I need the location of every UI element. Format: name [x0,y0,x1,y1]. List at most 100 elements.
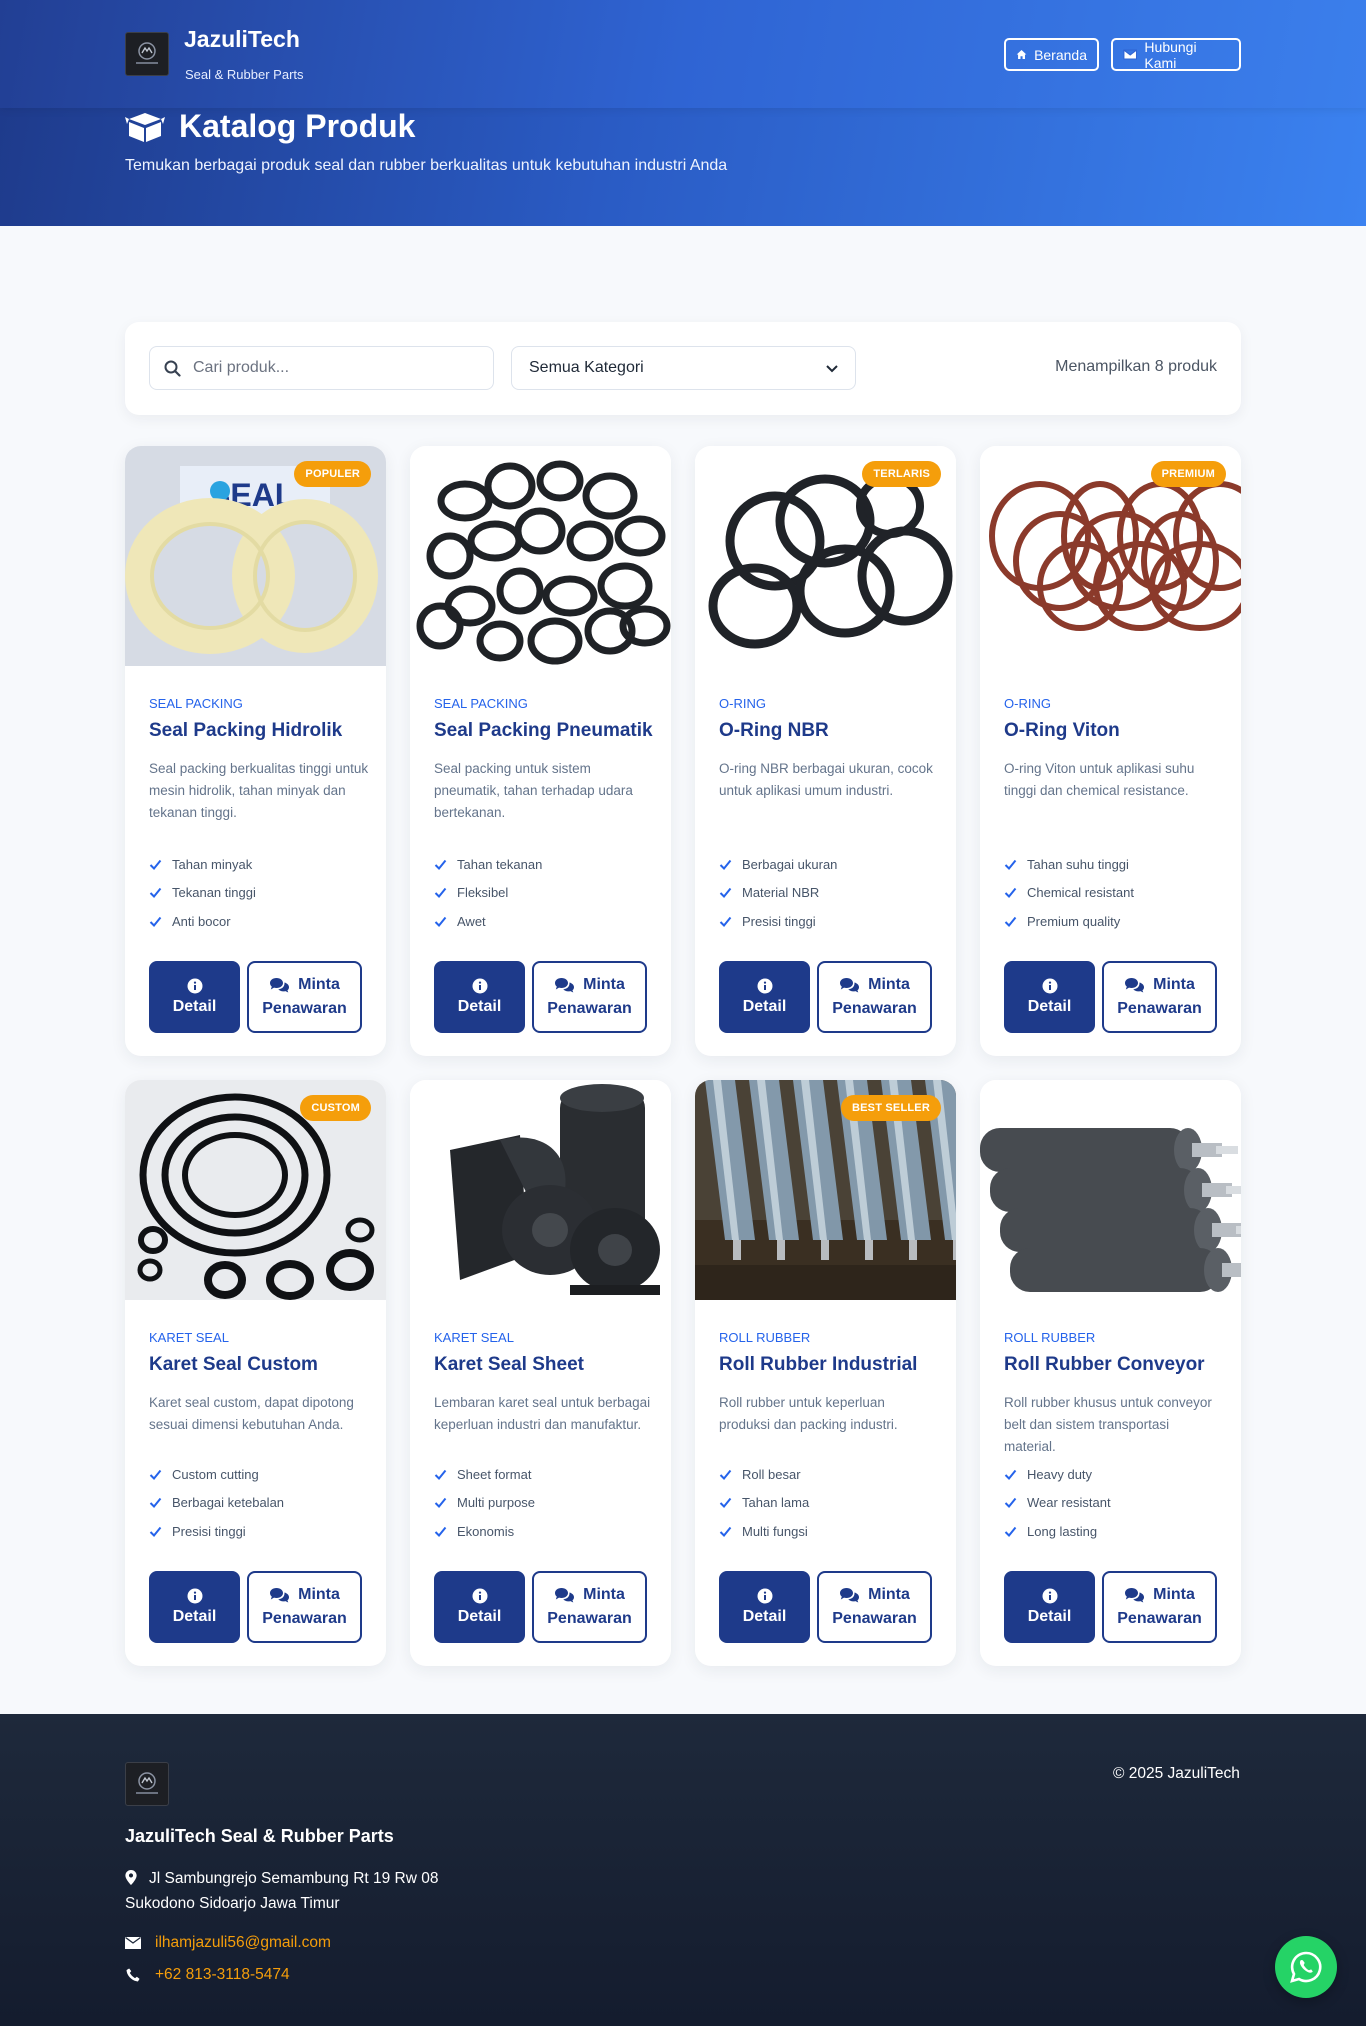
detail-button[interactable]: Detail [719,961,810,1033]
brand-name[interactable]: JazuliTech [184,26,300,53]
info-circle-icon [757,978,772,994]
request-quote-button[interactable]: Minta Penawaran [532,961,647,1033]
info-circle-icon [187,1588,202,1604]
comments-icon [840,1588,860,1603]
feature-item: Anti bocor [149,907,256,936]
product-title[interactable]: Roll Rubber Conveyor [1004,1353,1224,1377]
request-quote-button[interactable]: Minta Penawaran [817,961,932,1033]
product-category: ROLL RUBBER [719,1330,811,1345]
quote-label-line1: Minta [583,976,625,993]
check-icon [149,1526,162,1537]
category-select[interactable]: Semua Kategori [511,346,856,390]
nav-home-button[interactable]: Beranda [1004,38,1099,71]
feature-label: Anti bocor [172,913,231,929]
check-icon [434,859,447,870]
check-icon [434,916,447,927]
product-category: KARET SEAL [434,1330,514,1345]
quote-label-line2: Penawaran [262,1610,347,1627]
detail-button[interactable]: Detail [434,961,525,1033]
detail-button[interactable]: Detail [719,1571,810,1643]
footer-phone-link[interactable]: +62 813-3118-5474 [155,1966,290,1984]
detail-button[interactable]: Detail [434,1571,525,1643]
detail-button-label: Detail [172,1608,217,1625]
product-title[interactable]: O-Ring NBR [719,719,939,743]
top-navbar: JazuliTech Seal & Rubber Parts Beranda H… [0,0,1366,108]
product-description: Seal packing untuk sistem pneumatik, tah… [434,761,633,820]
check-icon [1004,888,1017,899]
request-quote-button[interactable]: Minta Penawaran [817,1571,932,1643]
product-image[interactable] [980,1080,1241,1300]
product-card[interactable]: PREMIUM O-RING O-Ring Viton O-ring Viton un… [980,446,1241,1056]
product-image[interactable] [410,1080,671,1300]
feature-item: Tahan lama [719,1489,809,1518]
detail-button[interactable]: Detail [1004,961,1095,1033]
product-title[interactable]: Karet Seal Sheet [434,1353,654,1377]
feature-label: Berbagai ketebalan [172,1495,285,1511]
request-quote-button[interactable]: Minta Penawaran [247,961,362,1033]
brand-tagline: Seal & Rubber Parts [185,67,304,82]
product-card[interactable]: CUSTOM KARET SEAL Karet Seal Custom Karet s… [125,1080,386,1666]
page-subtitle: Temukan berbagai produk seal dan rubber … [125,157,728,174]
quote-label-line1: Minta [868,976,910,993]
info-circle-icon [1042,1588,1057,1604]
comments-icon [270,978,290,993]
search-input[interactable] [193,359,473,377]
request-quote-button[interactable]: Minta Penawaran [247,1571,362,1643]
check-icon [149,916,162,927]
brand-logo[interactable] [125,32,169,76]
product-title[interactable]: Karet Seal Custom [149,1353,369,1377]
product-category: SEAL PACKING [149,696,243,711]
check-icon [434,1498,447,1509]
quote-label-line2: Penawaran [547,1000,632,1017]
search-box[interactable] [149,346,494,390]
nav-contact-button[interactable]: Hubungi Kami [1111,38,1241,71]
product-title[interactable]: Seal Packing Hidrolik [149,719,369,743]
product-card[interactable]: SEAL POPULER SEAL PACKING Seal Packing Hidr… [125,446,386,1056]
page-title-text: Katalog Produk [179,108,416,144]
request-quote-button[interactable]: Minta Penawaran [1102,1571,1217,1643]
feature-item: Tekanan tinggi [149,879,256,908]
product-title[interactable]: Seal Packing Pneumatik [434,719,654,743]
footer-email[interactable]: ilhamjazuli56@gmail.com [125,1934,331,1952]
whatsapp-float-button[interactable] [1275,1936,1337,1998]
product-badge: POPULER [294,461,371,487]
product-image[interactable] [410,446,671,666]
feature-item: Ekonomis [434,1517,535,1546]
footer-email-link[interactable]: ilhamjazuli56@gmail.com [155,1934,331,1952]
product-title[interactable]: Roll Rubber Industrial [719,1353,939,1377]
request-quote-button[interactable]: Minta Penawaran [1102,961,1217,1033]
detail-button[interactable]: Detail [149,961,240,1033]
product-features: Roll besar Tahan lama Multi fungsi [719,1460,809,1546]
product-card[interactable]: BEST SELLER ROLL RUBBER Roll Rubber Indust… [695,1080,956,1666]
product-features: Sheet format Multi purpose Ekonomis [434,1460,535,1546]
product-badge: CUSTOM [300,1095,371,1121]
request-quote-button[interactable]: Minta Penawaran [532,1571,647,1643]
quote-label-line2: Penawaran [832,1000,917,1017]
quote-label-line1: Minta [583,1586,625,1603]
feature-item: Tahan suhu tinggi [1004,850,1134,879]
site-footer: JazuliTech Seal & Rubber Parts Jl Sambun… [0,1714,1366,2026]
feature-label: Multi fungsi [742,1523,808,1539]
feature-item: Tahan tekanan [434,850,542,879]
quote-label-line2: Penawaran [1117,1000,1202,1017]
footer-address: Jl Sambungrejo Semambung Rt 19 Rw 08 Suk… [125,1866,465,1916]
info-circle-icon [472,978,487,994]
footer-address-line1: Jl Sambungrejo Semambung Rt 19 Rw 08 [149,1870,439,1887]
feature-label: Awet [457,913,486,929]
result-count: Menampilkan 8 produk [1055,358,1217,375]
product-title[interactable]: O-Ring Viton [1004,719,1224,743]
product-card[interactable]: ROLL RUBBER Roll Rubber Conveyor Roll rubb… [980,1080,1241,1666]
product-card[interactable]: KARET SEAL Karet Seal Sheet Lembaran karet… [410,1080,671,1666]
detail-button-label: Detail [1027,1608,1072,1625]
detail-button[interactable]: Detail [1004,1571,1095,1643]
logo-mark-icon [136,1772,158,1794]
chevron-down-icon [826,365,838,373]
product-card[interactable]: TERLARIS O-RING O-Ring NBR O-ring NBR berba… [695,446,956,1056]
detail-button[interactable]: Detail [149,1571,240,1643]
product-card[interactable]: SEAL PACKING Seal Packing Pneumatik Seal p… [410,446,671,1056]
footer-address-line2: Sukodono Sidoarjo Jawa Timur [125,1895,340,1912]
feature-label: Roll besar [742,1466,801,1482]
footer-phone[interactable]: +62 813-3118-5474 [125,1966,290,1984]
product-description: Seal packing berkualitas tinggi untuk me… [149,761,369,820]
detail-button-label: Detail [742,998,787,1015]
